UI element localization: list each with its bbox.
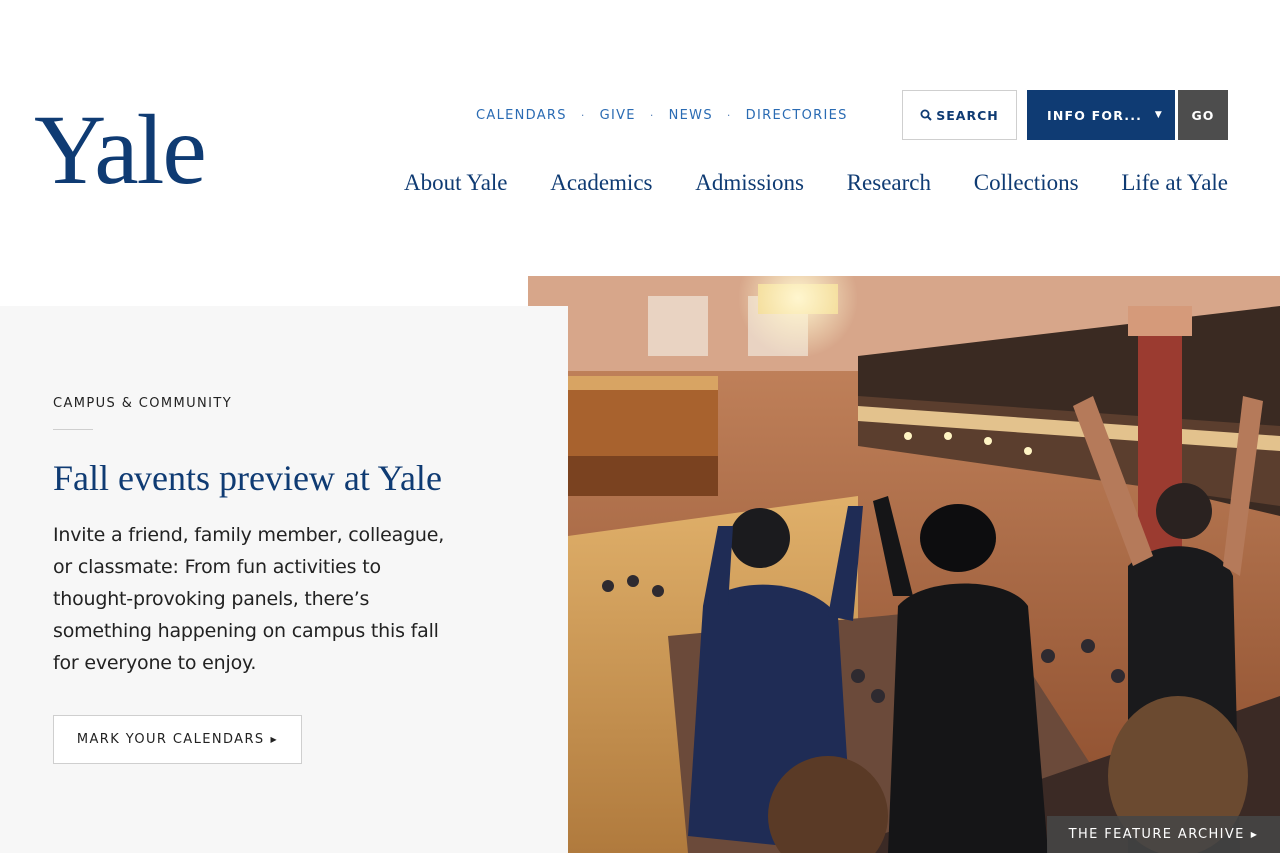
- feature-archive-button[interactable]: THE FEATURE ARCHIVE ▶: [1047, 816, 1280, 853]
- feature-photo: [528, 276, 1280, 853]
- search-button[interactable]: SEARCH: [902, 90, 1017, 140]
- feature-eyebrow[interactable]: CAMPUS & COMMUNITY: [53, 396, 232, 411]
- main-nav-life-at-yale[interactable]: Life at Yale: [1121, 170, 1228, 196]
- feature-headline[interactable]: Fall events preview at Yale: [53, 458, 533, 499]
- separator-dot: ·: [649, 108, 655, 122]
- search-button-label: SEARCH: [936, 107, 999, 123]
- main-nav-collections[interactable]: Collections: [974, 170, 1079, 196]
- info-for-label: INFO FOR...: [1047, 107, 1143, 123]
- utility-link-calendars[interactable]: CALENDARS: [476, 108, 567, 123]
- caret-down-icon: ▼: [1154, 110, 1163, 120]
- triangle-right-icon: ▶: [270, 735, 279, 744]
- utility-link-directories[interactable]: DIRECTORIES: [746, 108, 848, 123]
- mark-your-calendars-button[interactable]: MARK YOUR CALENDARS ▶: [53, 715, 302, 764]
- triangle-right-icon: ▶: [1250, 830, 1259, 839]
- info-for-dropdown[interactable]: INFO FOR... ▼: [1027, 90, 1175, 140]
- main-nav: About Yale Academics Admissions Research…: [404, 170, 1228, 196]
- yale-logo[interactable]: Yale: [34, 100, 207, 200]
- main-nav-academics[interactable]: Academics: [550, 170, 652, 196]
- eyebrow-divider: [53, 429, 93, 430]
- search-icon: [920, 109, 932, 121]
- separator-dot: ·: [580, 108, 586, 122]
- main-nav-admissions[interactable]: Admissions: [695, 170, 804, 196]
- utility-link-give[interactable]: GIVE: [600, 108, 636, 123]
- feature-body: Invite a friend, family member, colleagu…: [53, 524, 445, 674]
- archive-label: THE FEATURE ARCHIVE: [1068, 827, 1245, 842]
- main-nav-research[interactable]: Research: [847, 170, 931, 196]
- utility-nav: CALENDARS · GIVE · NEWS · DIRECTORIES: [476, 106, 848, 124]
- main-nav-about-yale[interactable]: About Yale: [404, 170, 508, 196]
- go-button[interactable]: GO: [1178, 90, 1228, 140]
- utility-link-news[interactable]: NEWS: [669, 108, 713, 123]
- cta-label: MARK YOUR CALENDARS: [76, 732, 265, 747]
- separator-dot: ·: [726, 108, 732, 122]
